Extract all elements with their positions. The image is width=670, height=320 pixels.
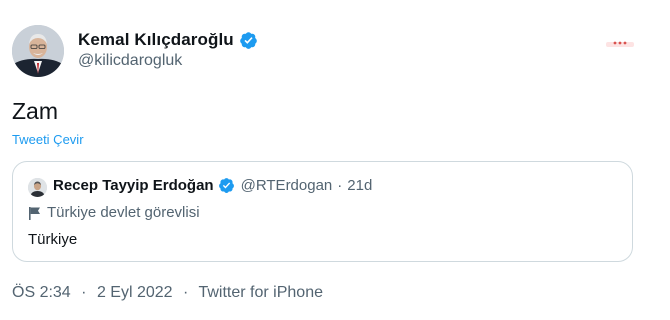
quoted-tweet-header: Recep Tayyip Erdoğan @RTErdogan · 21d	[53, 177, 372, 194]
quoted-tweet-age[interactable]: 21d	[347, 177, 372, 194]
author-handle[interactable]: @kilicdarogluk	[78, 52, 182, 70]
footer-separator-1: ·	[81, 284, 87, 301]
tweet-time[interactable]: ÖS 2:34	[12, 284, 71, 301]
quoted-verified-badge-icon	[218, 177, 235, 194]
translate-tweet-link[interactable]: Tweeti Çevir	[12, 132, 84, 147]
quoted-meta-separator: ·	[337, 177, 343, 194]
author-avatar[interactable]	[12, 25, 64, 77]
quoted-author-name[interactable]: Recep Tayyip Erdoğan	[53, 177, 214, 194]
tweet-footer: ÖS 2:34 · 2 Eyl 2022 · Twitter for iPhon…	[12, 284, 323, 302]
author-name-row[interactable]: Kemal Kılıçdaroğlu	[78, 30, 258, 50]
verified-badge-icon	[239, 31, 258, 50]
quoted-author-avatar[interactable]	[28, 178, 47, 197]
more-options-icon[interactable]	[606, 36, 634, 47]
tweet-date[interactable]: 2 Eyl 2022	[97, 284, 173, 301]
quoted-author-handle[interactable]: @RTErdogan	[241, 177, 333, 194]
tweet-text: Zam	[12, 98, 58, 124]
flag-icon	[28, 206, 41, 220]
tweet-source[interactable]: Twitter for iPhone	[198, 284, 323, 301]
government-label: Türkiye devlet görevlisi	[28, 204, 200, 221]
government-label-text: Türkiye devlet görevlisi	[47, 204, 200, 221]
tweet: Kemal Kılıçdaroğlu @kilicdarogluk Zam Tw…	[0, 0, 670, 320]
footer-separator-2: ·	[183, 284, 189, 301]
quoted-tweet-card[interactable]: Recep Tayyip Erdoğan @RTErdogan · 21d Tü…	[12, 161, 633, 262]
author-name[interactable]: Kemal Kılıçdaroğlu	[78, 30, 234, 50]
quoted-tweet-text: Türkiye	[28, 231, 78, 248]
